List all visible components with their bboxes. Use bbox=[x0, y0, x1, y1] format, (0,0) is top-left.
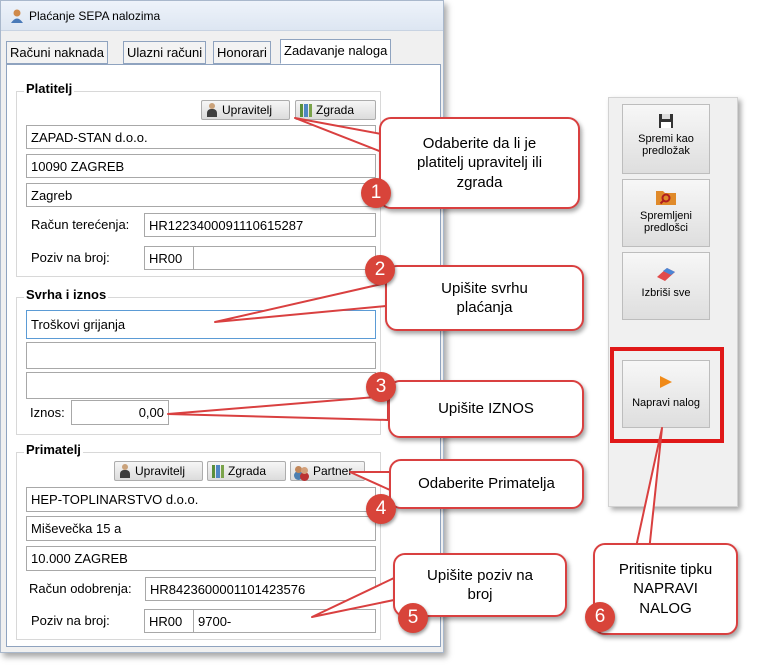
callout-6: Pritisnite tipku NAPRAVI NALOG bbox=[593, 543, 738, 635]
step-3-badge: 3 bbox=[366, 372, 396, 402]
step-4-badge: 4 bbox=[366, 494, 396, 524]
callout-5-text: Upišite poziv na broj bbox=[427, 566, 533, 604]
callout-6-text: Pritisnite tipku NAPRAVI NALOG bbox=[618, 560, 713, 617]
callout-3-text: Upišite IZNOS bbox=[438, 400, 534, 418]
callout-4: Odaberite Primatelja bbox=[389, 459, 584, 509]
callout-1: Odaberite da li je platitelj upravitelj … bbox=[379, 117, 580, 209]
step-5-badge: 5 bbox=[398, 603, 428, 633]
callout-1-text: Odaberite da li je platitelj upravitelj … bbox=[416, 134, 543, 191]
callout-4-text: Odaberite Primatelja bbox=[418, 475, 555, 493]
callout-2-text: Upišite svrhu plaćanja bbox=[441, 279, 528, 317]
callout-2: Upišite svrhu plaćanja bbox=[385, 265, 584, 331]
step-1-badge: 1 bbox=[361, 178, 391, 208]
step-2-badge: 2 bbox=[365, 255, 395, 285]
callout-3: Upišite IZNOS bbox=[388, 380, 584, 438]
step-6-badge: 6 bbox=[585, 602, 615, 632]
